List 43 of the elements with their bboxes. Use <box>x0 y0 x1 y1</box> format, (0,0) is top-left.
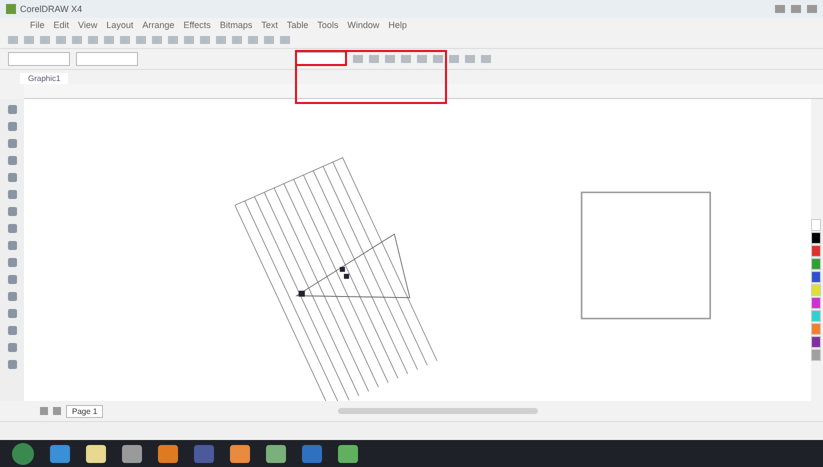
start-button[interactable] <box>12 442 34 464</box>
menu-item[interactable]: View <box>78 20 98 30</box>
selection-node[interactable] <box>340 266 345 272</box>
selection-node[interactable] <box>298 290 305 297</box>
previous-page-icon[interactable] <box>53 407 61 415</box>
color-swatch[interactable] <box>811 323 821 335</box>
first-page-icon[interactable] <box>40 407 48 415</box>
color-swatch[interactable] <box>811 271 821 283</box>
window-title: CorelDRAW X4 <box>20 4 84 14</box>
input-field[interactable] <box>8 52 70 66</box>
document-tab[interactable]: Graphic1 <box>20 73 68 84</box>
color-swatch[interactable] <box>811 232 821 244</box>
menu-item[interactable]: Window <box>347 20 380 30</box>
taskbar-app-icon[interactable] <box>266 444 286 462</box>
horizontal-scrollbar[interactable] <box>338 408 538 414</box>
menu-item[interactable]: Effects <box>183 20 211 30</box>
taskbar-app-icon[interactable] <box>338 444 358 462</box>
menu-item[interactable]: Edit <box>54 20 70 30</box>
color-swatch[interactable] <box>811 297 821 309</box>
taskbar-app-icon[interactable] <box>86 444 106 462</box>
menu-item[interactable]: Table <box>286 20 308 30</box>
menu-item[interactable]: File <box>30 20 45 30</box>
color-swatch[interactable] <box>811 284 821 296</box>
menu-item[interactable]: Arrange <box>142 20 174 30</box>
color-swatch[interactable] <box>811 219 821 231</box>
menu-item[interactable]: Text <box>261 20 278 30</box>
menu-item[interactable]: Layout <box>106 20 134 30</box>
page-tab[interactable]: Page 1 <box>66 404 104 418</box>
taskbar-app-icon[interactable] <box>122 444 142 462</box>
color-swatch[interactable] <box>811 336 821 348</box>
color-swatch[interactable] <box>811 258 821 270</box>
taskbar-app-icon[interactable] <box>230 444 250 462</box>
menu-item[interactable]: Help <box>388 20 407 30</box>
menu-item[interactable]: Bitmaps <box>220 20 252 30</box>
color-swatch[interactable] <box>811 349 821 361</box>
color-swatch[interactable] <box>811 245 821 257</box>
selection-node[interactable] <box>344 274 350 279</box>
taskbar-app-icon[interactable] <box>50 444 70 462</box>
taskbar-app-icon[interactable] <box>158 444 178 462</box>
app-icon <box>6 4 16 14</box>
color-swatch[interactable] <box>811 310 821 322</box>
menu-item[interactable]: Tools <box>317 20 338 30</box>
input-field[interactable] <box>76 52 138 66</box>
